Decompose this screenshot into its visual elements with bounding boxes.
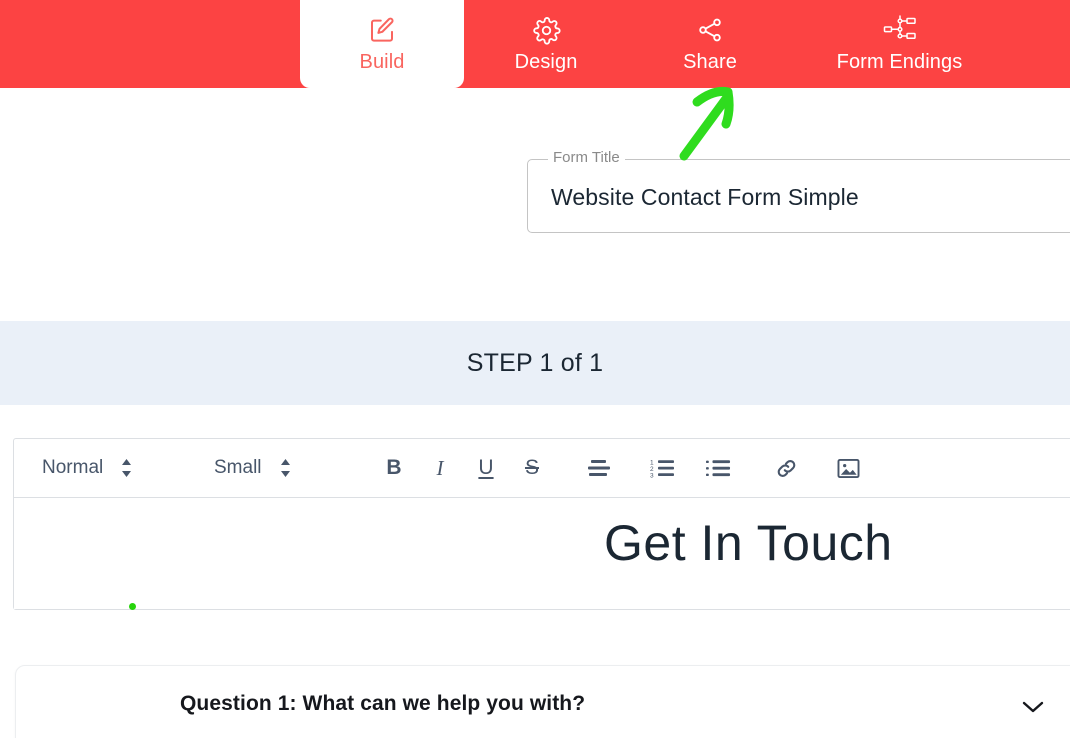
text-align-icon — [588, 459, 612, 477]
align-button[interactable] — [577, 448, 623, 488]
underline-button[interactable]: U — [463, 448, 509, 488]
top-navigation-bar: Build Design Share Form Endings — [0, 0, 1070, 88]
tab-share-label: Share — [683, 51, 737, 73]
tab-share[interactable]: Share — [628, 0, 792, 88]
link-chain-icon — [775, 457, 798, 480]
form-title-legend: Form Title — [548, 149, 625, 167]
link-button[interactable] — [763, 448, 809, 488]
image-icon — [837, 458, 860, 479]
svg-text:3: 3 — [650, 473, 654, 479]
chevron-down-icon[interactable] — [1018, 696, 1048, 718]
nav-tab-group: Build Design Share Form Endings — [300, 0, 1007, 88]
form-title-field[interactable]: Form Title Website Contact Form Simple — [527, 149, 1070, 233]
question-title-label: Question 1: What can we help you with? — [180, 692, 586, 715]
tab-build[interactable]: Build — [300, 0, 464, 88]
font-size-select[interactable]: Small — [214, 456, 349, 480]
question-header-row[interactable]: Question 1: What can we help you with? — [16, 666, 1070, 738]
tab-design[interactable]: Design — [464, 0, 628, 88]
image-button[interactable] — [825, 448, 871, 488]
form-builder-screen: Build Design Share Form Endings Form Tit… — [0, 0, 1070, 738]
bullet-list-button[interactable] — [695, 448, 741, 488]
gear-icon — [532, 15, 561, 45]
font-size-select-value: Small — [214, 457, 262, 478]
rich-text-toolbar: Normal Small B I U S 1 2 3 — [14, 439, 1070, 498]
ordered-list-button[interactable]: 1 2 3 — [639, 448, 685, 488]
rich-text-editor-content[interactable]: Get In Touch — [14, 498, 1070, 610]
ordered-list-icon: 1 2 3 — [650, 458, 675, 478]
underline-icon: U — [478, 456, 494, 479]
step-banner-label: STEP 1 of 1 — [466, 349, 604, 377]
green-cursor-dot — [129, 603, 136, 610]
rich-text-editor-card: Normal Small B I U S 1 2 3 Get In Touch — [13, 438, 1070, 610]
share-nodes-icon — [696, 15, 724, 45]
pencil-square-icon — [367, 15, 397, 45]
tab-build-label: Build — [359, 51, 405, 73]
editor-heading-text[interactable]: Get In Touch — [604, 512, 893, 574]
font-style-select[interactable]: Normal — [42, 456, 172, 480]
tab-design-label: Design — [514, 51, 578, 73]
italic-icon: I — [436, 455, 444, 480]
bold-icon: B — [386, 456, 402, 479]
step-banner: STEP 1 of 1 — [0, 321, 1070, 405]
updown-caret-icon — [280, 459, 291, 477]
font-style-select-value: Normal — [42, 457, 104, 478]
strikethrough-icon: S — [524, 456, 539, 479]
bullet-list-icon — [705, 458, 731, 478]
italic-button[interactable]: I — [417, 448, 463, 488]
tab-form-endings-label: Form Endings — [836, 51, 963, 73]
tab-form-endings[interactable]: Form Endings — [792, 0, 1007, 88]
bold-button[interactable]: B — [371, 448, 417, 488]
question-card[interactable]: Question 1: What can we help you with? — [15, 665, 1070, 738]
strikethrough-button[interactable]: S — [509, 448, 555, 488]
updown-caret-icon — [121, 459, 132, 477]
form-title-input-value[interactable]: Website Contact Form Simple — [551, 182, 859, 212]
flow-branch-icon — [883, 15, 917, 45]
